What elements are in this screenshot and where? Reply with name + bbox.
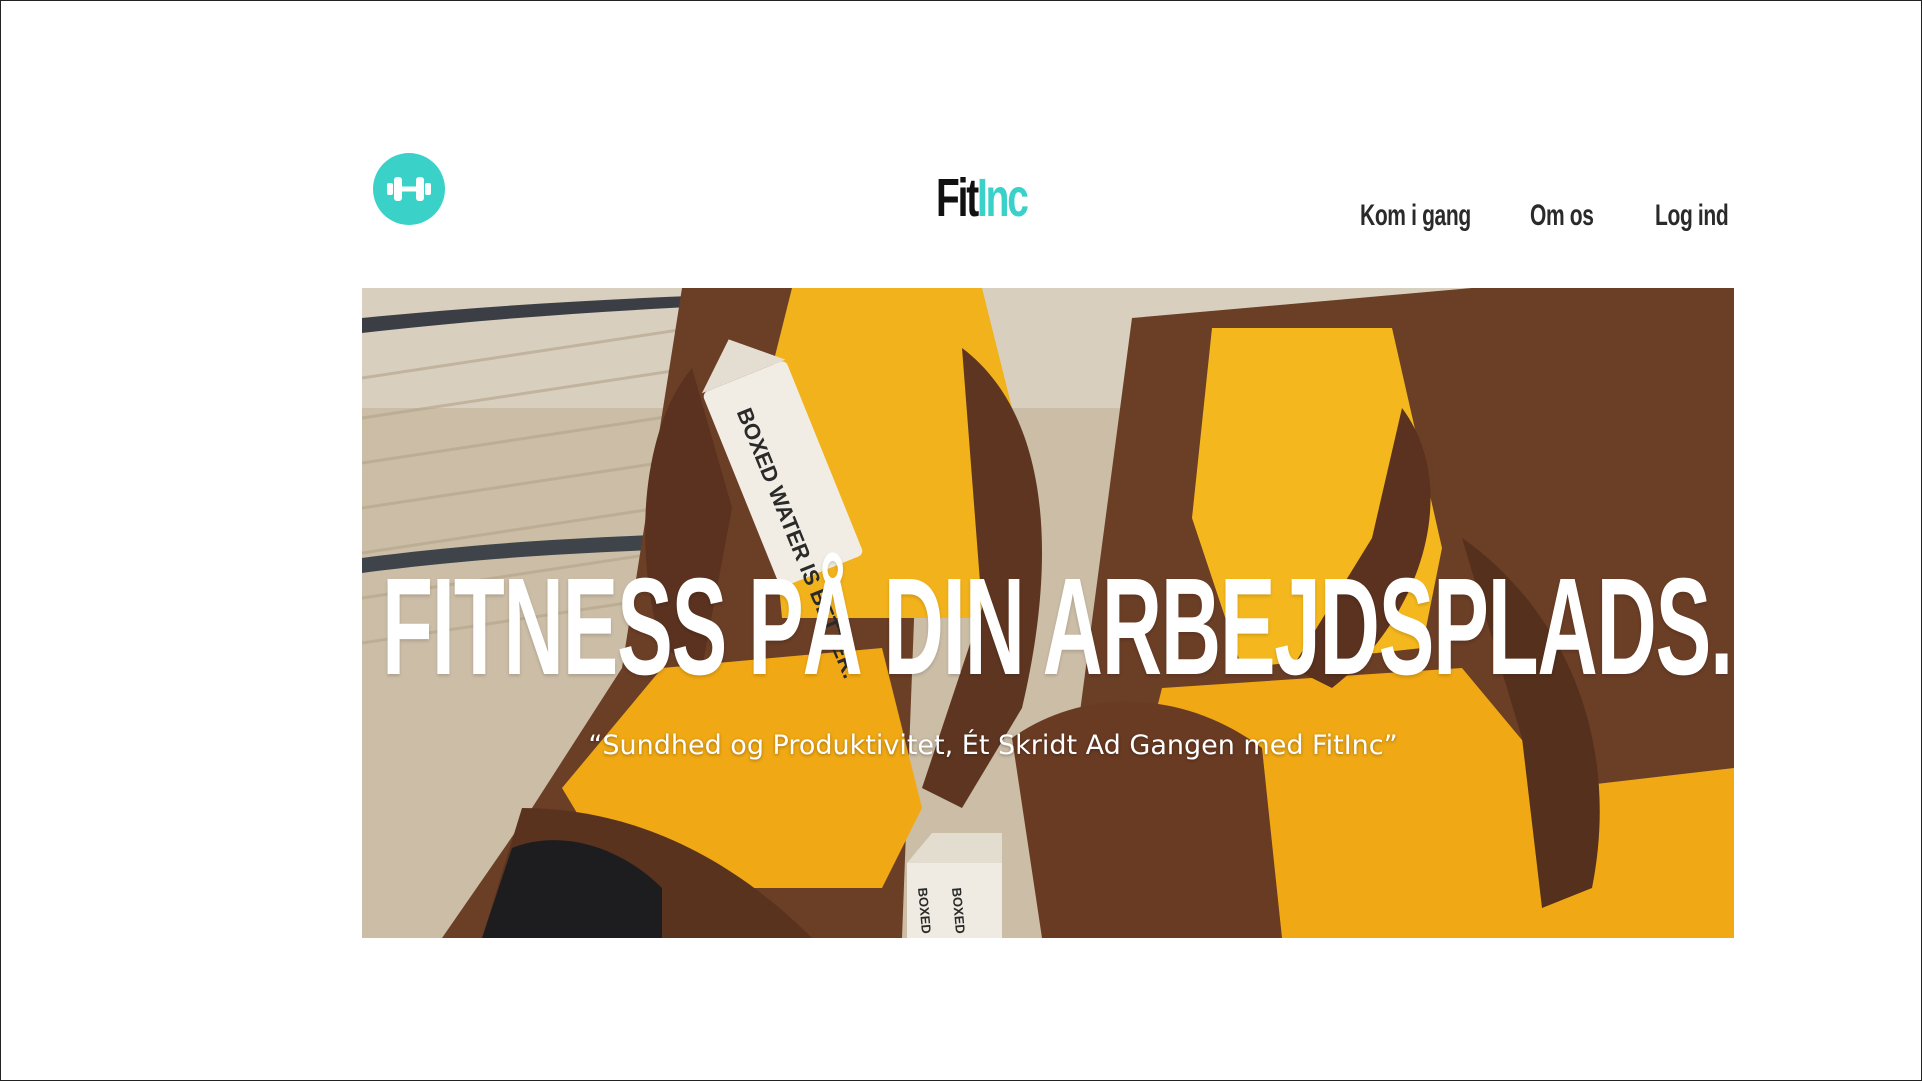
nav-link-kom-i-gang[interactable]: Kom i gang [1360,199,1471,233]
brand-name-part1: Fit [936,168,979,228]
brand-logo[interactable]: FitInc [936,168,1029,228]
hero-tagline-wrapper: “Sundhed og Produktivitet, Ét Skridt Ad … [362,730,1734,761]
page-frame: FitInc Kom i gang Om os Log ind BOXED WA… [0,0,1922,1081]
hero-tagline: “Sundhed og Produktivitet, Ét Skridt Ad … [588,730,1398,761]
nav-link-log-ind[interactable]: Log ind [1655,199,1729,233]
brand-name-part2: Inc [977,168,1029,228]
dumbbell-icon [387,177,431,201]
nav-link-om-os[interactable]: Om os [1530,199,1594,233]
logo-button[interactable] [373,153,445,225]
hero-banner: BOXED WATER IS BETTER. BOXED BOXED FITNE… [362,288,1734,938]
hero-headline: FITNESS PÅ DIN ARBEJDSPLADS. [382,550,1733,704]
